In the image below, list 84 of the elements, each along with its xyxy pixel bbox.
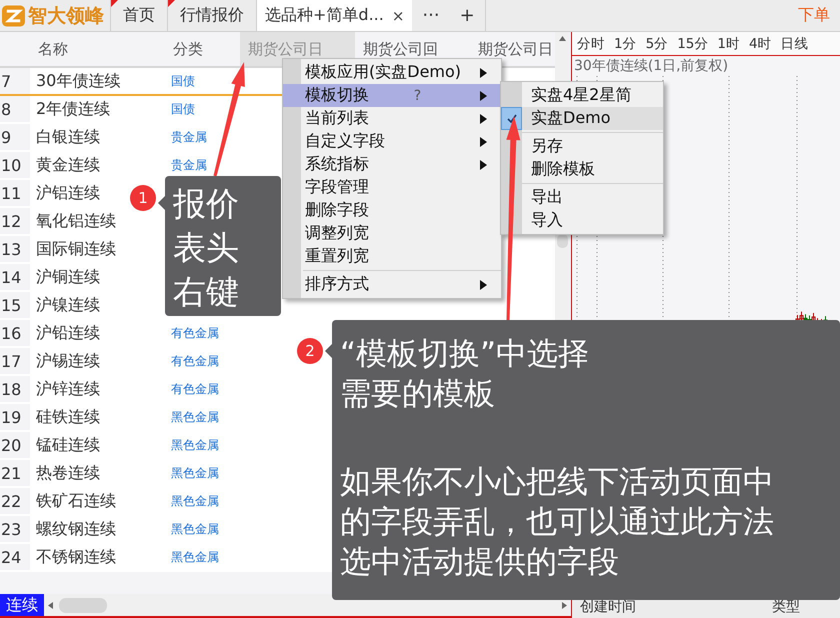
period-tab[interactable]: 分时 — [577, 35, 605, 55]
menu-item[interactable]: 导出 — [501, 186, 663, 209]
row-number: 17 — [0, 348, 30, 374]
table-cell: 黄金连续 — [36, 154, 100, 176]
logo-icon — [2, 4, 25, 26]
row-number: 20 — [0, 432, 30, 458]
logo-text: 智大领峰 — [28, 4, 104, 28]
period-tab[interactable]: 1分 — [614, 35, 637, 55]
table-cell: 沪锌连续 — [36, 378, 100, 400]
row-number: 21 — [0, 460, 30, 486]
table-cell: 国债 — [171, 72, 195, 90]
table-cell: 白银连续 — [36, 126, 100, 148]
scroll-left-icon[interactable] — [48, 602, 53, 608]
table-cell: 沪铜连续 — [36, 266, 100, 288]
scrollbar-thumb[interactable] — [557, 234, 568, 248]
table-cell: 黑色金属 — [171, 548, 219, 566]
row-number: 14 — [0, 264, 30, 290]
more-tabs-button[interactable]: ··· — [412, 0, 450, 31]
scrollbar-thumb[interactable] — [59, 598, 107, 612]
close-icon[interactable]: × — [392, 6, 404, 24]
row-number: 11 — [0, 180, 30, 206]
menu-item[interactable]: 重置列宽 — [283, 245, 501, 268]
table-cell: 沪铅连续 — [36, 322, 100, 344]
row-number: 7 — [0, 68, 30, 94]
period-tab[interactable]: 15分 — [677, 35, 708, 55]
table-cell: 有色金属 — [171, 380, 219, 398]
column-header[interactable]: 名称 — [30, 32, 165, 66]
row-number: 16 — [0, 320, 30, 346]
annotation-text: 报价 表头 右键 — [173, 183, 240, 313]
column-header[interactable]: 创建时间 — [580, 598, 636, 618]
row-number: 15 — [0, 292, 30, 318]
row-number: 24 — [0, 544, 30, 570]
add-tab-button[interactable]: + — [450, 0, 485, 31]
menu-item[interactable]: 系统指标 — [283, 153, 501, 176]
menu-item[interactable]: 模板切换 ? — [283, 84, 501, 107]
table-cell: 2年债连续 — [36, 98, 110, 120]
row-number: 23 — [0, 516, 30, 542]
row-number: 12 — [0, 208, 30, 234]
chart-title: 30年债连续(1日,前复权) — [573, 57, 730, 76]
table-cell: 氧化铝连续 — [36, 210, 116, 232]
row-number: 9 — [0, 124, 30, 150]
period-tab[interactable]: 4时 — [748, 35, 772, 55]
table-cell: 黑色金属 — [171, 464, 219, 482]
table-cell: 不锈钢连续 — [36, 546, 116, 568]
column-header[interactable]: 类型 — [772, 598, 800, 618]
table-cell: 黑色金属 — [171, 492, 219, 510]
table-cell: 贵金属 — [171, 128, 207, 146]
scroll-up-icon[interactable] — [559, 36, 566, 41]
row-number: 8 — [0, 96, 30, 122]
row-number: 19 — [0, 404, 30, 430]
table-cell: 国债 — [171, 100, 195, 118]
table-cell: 黑色金属 — [171, 520, 219, 538]
table-cell: 硅铁连续 — [36, 406, 100, 428]
table-cell: 铁矿石连续 — [36, 490, 116, 512]
table-cell: 黑色金属 — [171, 436, 219, 454]
menu-item[interactable]: 调整列宽 — [283, 222, 501, 245]
row-number: 13 — [0, 236, 30, 262]
row-number: 22 — [0, 488, 30, 514]
table-cell: 沪锡连续 — [36, 350, 100, 372]
sheet-tab[interactable]: 连续 — [0, 594, 44, 616]
tab[interactable]: 选品种+简单d... × — [256, 0, 412, 31]
row-number: 10 — [0, 152, 30, 178]
menu-item[interactable]: 自定义字段 — [283, 130, 501, 153]
menu-item[interactable]: 排序方式 — [283, 273, 501, 296]
table-cell: 国际铜连续 — [36, 238, 116, 260]
table-cell: 热卷连续 — [36, 462, 100, 484]
table-cell: 沪镍连续 — [36, 294, 100, 316]
table-cell: 螺纹钢连续 — [36, 518, 116, 540]
table-cell: 黑色金属 — [171, 408, 219, 426]
table-cell: 30年债连续 — [36, 70, 120, 92]
scroll-right-icon[interactable] — [562, 602, 567, 608]
period-tab[interactable]: 1时 — [717, 35, 740, 55]
table-cell: 有色金属 — [171, 352, 219, 370]
period-tab[interactable]: 5分 — [646, 35, 668, 55]
period-tab[interactable]: 日线 — [780, 35, 809, 55]
table-cell: 有色金属 — [171, 324, 219, 342]
table-cell: 锰硅连续 — [36, 434, 100, 456]
menu-item[interactable]: 导入 — [501, 209, 663, 232]
menu-item[interactable]: 删除字段 — [283, 199, 501, 222]
column-header[interactable]: 分类 — [165, 32, 240, 66]
menu-item[interactable]: 实盘Demo — [501, 107, 663, 130]
row-number: 18 — [0, 376, 30, 402]
table-cell: 沪铝连续 — [36, 182, 100, 204]
table-cell: 贵金属 — [171, 156, 207, 174]
